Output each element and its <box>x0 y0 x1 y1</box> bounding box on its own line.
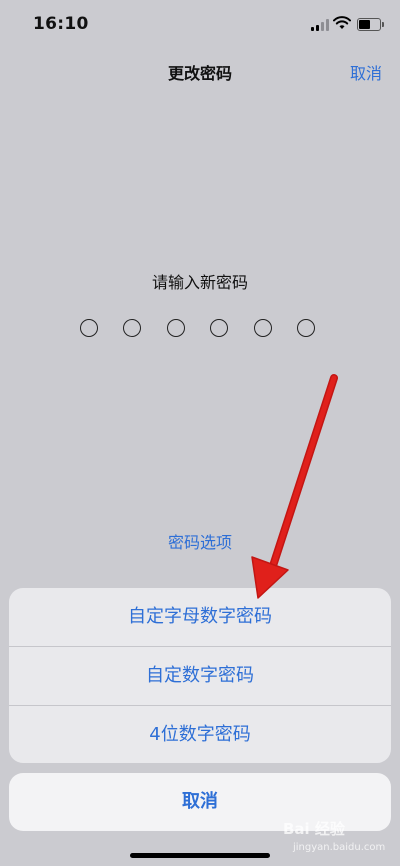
page-title: 更改密码 <box>167 64 232 83</box>
passcode-dot-icon <box>80 319 98 337</box>
passcode-dot-icon <box>254 319 272 337</box>
passcode-dot-icon <box>210 319 228 337</box>
watermark-url: jingyan.baidu.com <box>293 842 386 853</box>
nav-cancel-button[interactable]: 取消 <box>350 60 382 84</box>
passcode-options-sheet: 自定字母数字密码 自定数字密码 4位数字密码 <box>9 588 391 763</box>
passcode-dot-icon <box>123 319 141 337</box>
battery-icon <box>357 18 384 31</box>
passcode-prompt: 请输入新密码 <box>151 273 248 292</box>
passcode-options-button[interactable]: 密码选项 <box>0 529 400 553</box>
status-bar: 16:10 <box>0 0 400 50</box>
option-custom-numeric[interactable]: 自定数字密码 <box>9 647 391 706</box>
status-time: 16:10 <box>33 14 89 34</box>
passcode-dot-icon <box>167 319 185 337</box>
option-4-digit-numeric[interactable]: 4位数字密码 <box>9 706 391 763</box>
passcode-dots <box>80 319 320 339</box>
watermark-logo: Bai 经验 <box>283 820 345 838</box>
wifi-icon <box>333 16 351 29</box>
passcode-dot-icon <box>297 319 315 337</box>
option-custom-alphanumeric[interactable]: 自定字母数字密码 <box>9 588 391 647</box>
home-indicator[interactable] <box>130 853 270 858</box>
cellular-signal-icon <box>311 19 329 31</box>
